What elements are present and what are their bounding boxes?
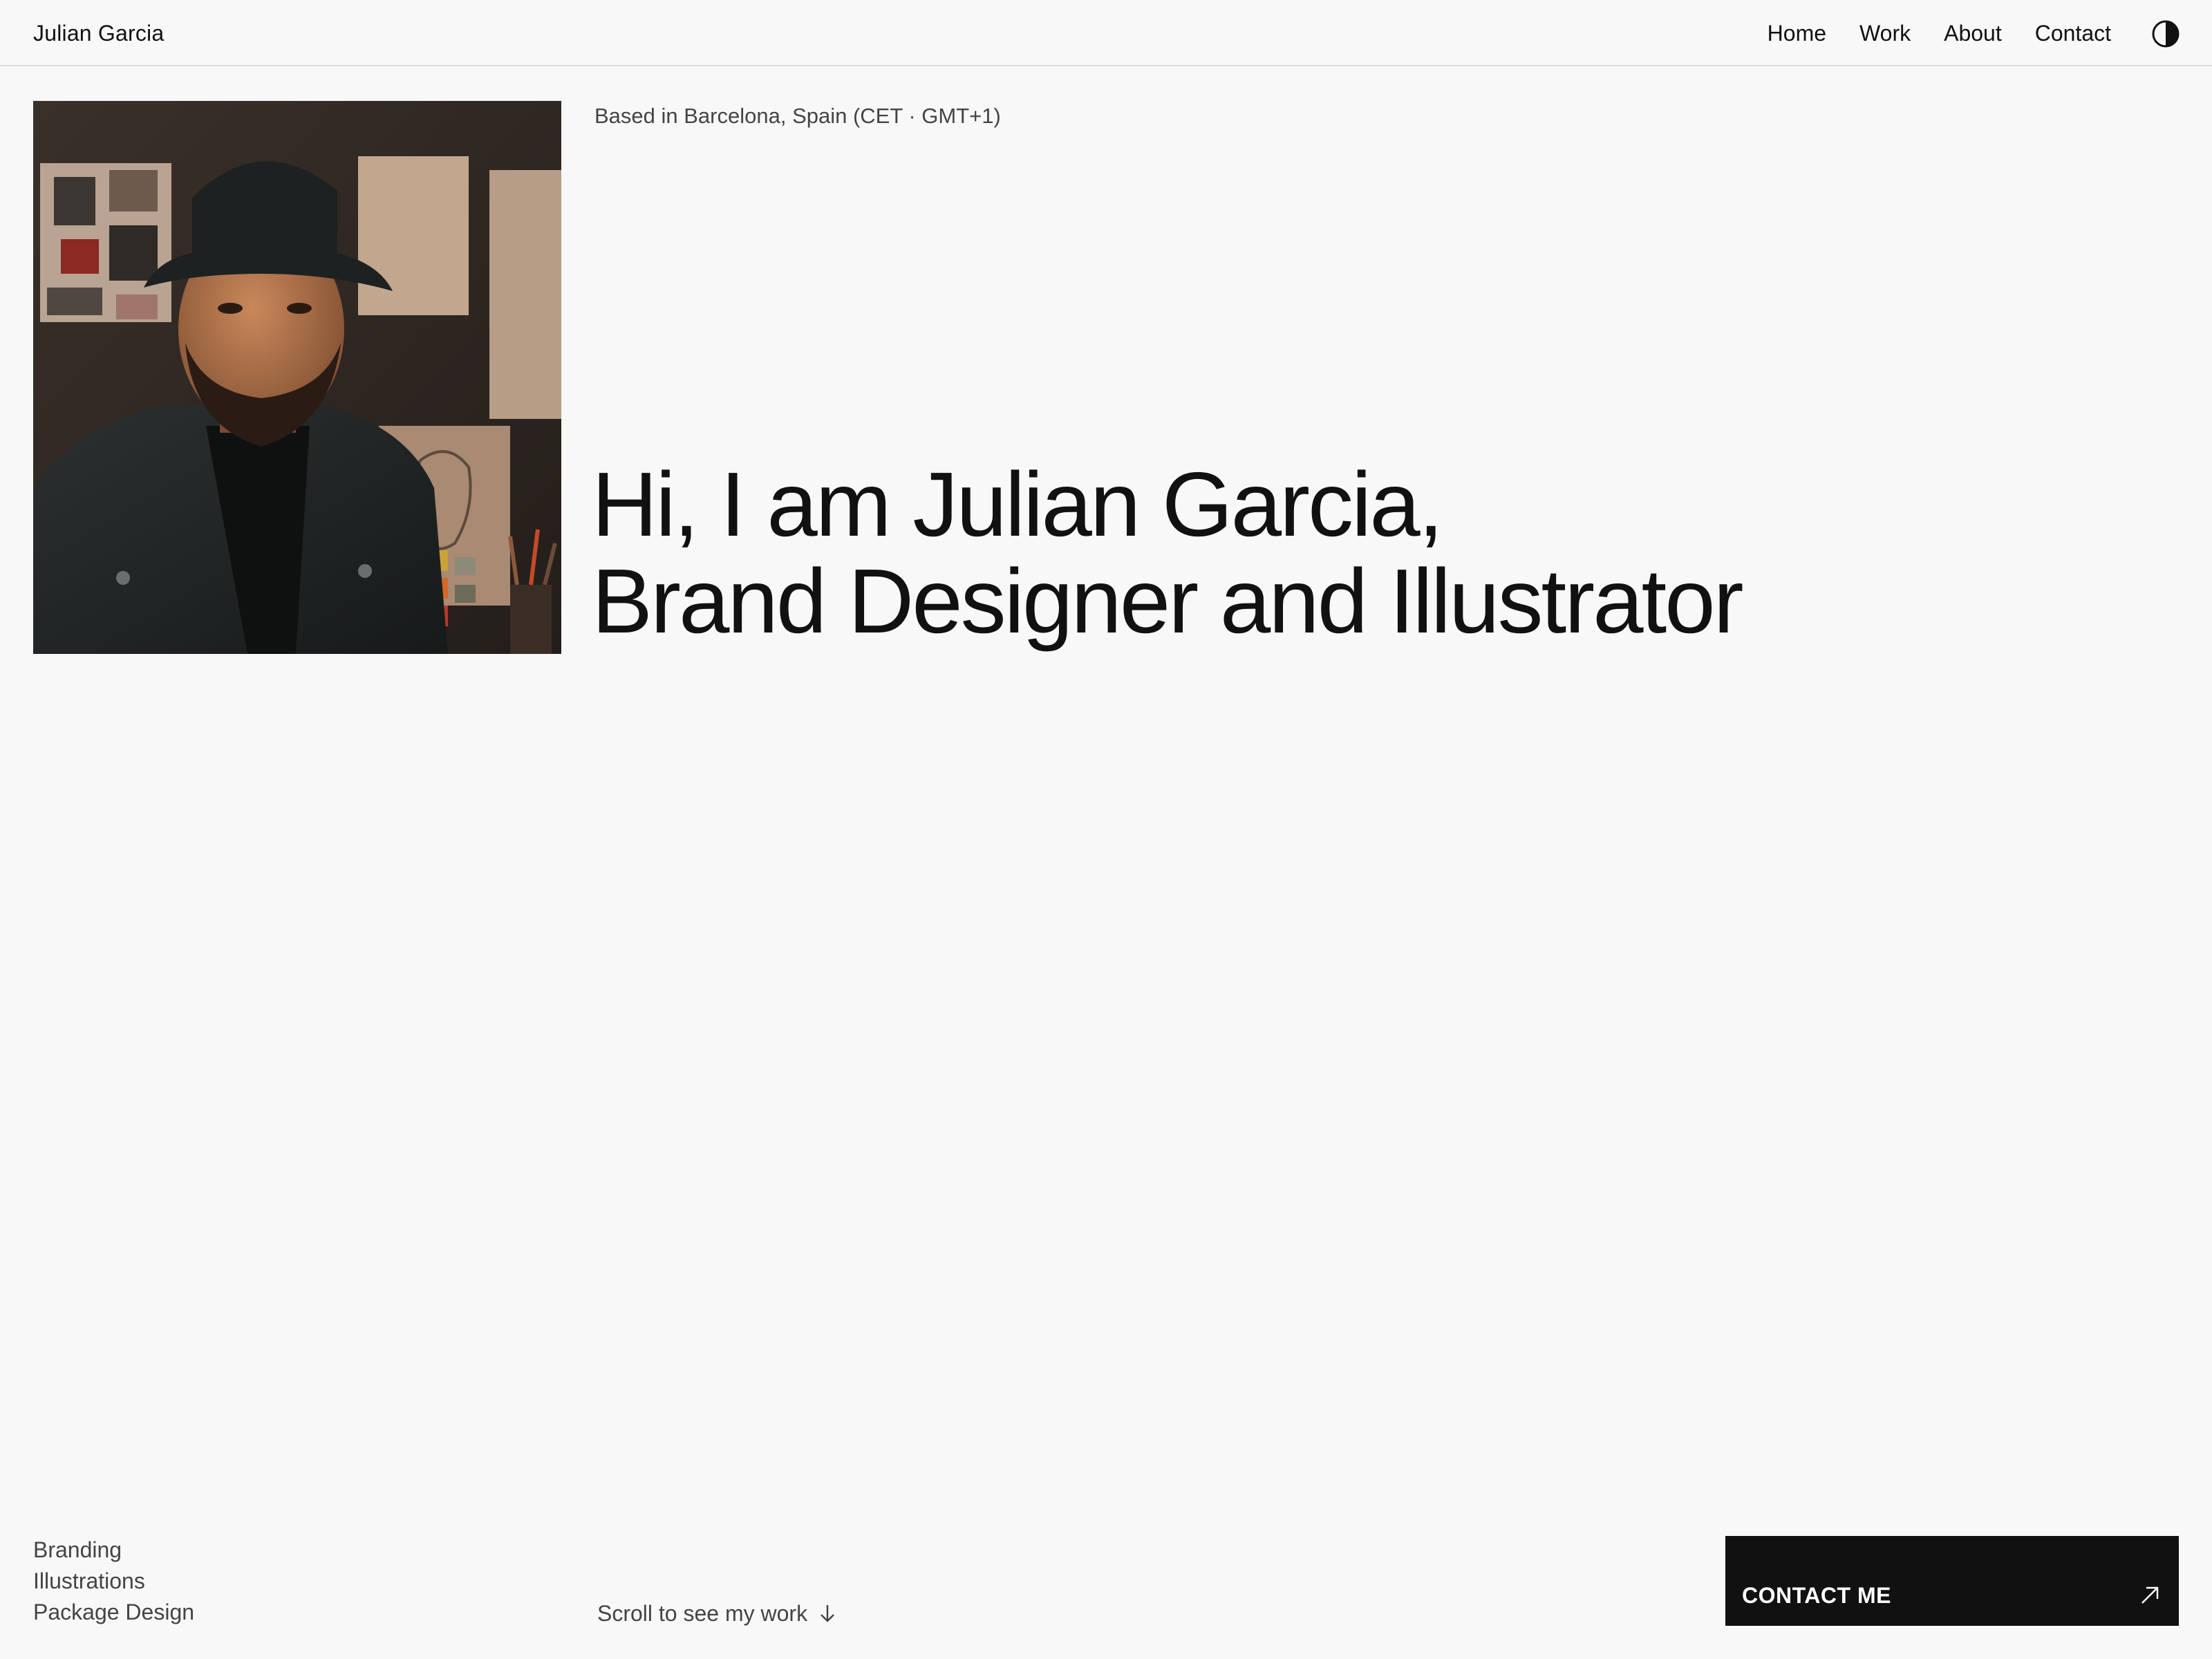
contact-me-button[interactable]: CONTACT ME <box>1725 1536 2179 1626</box>
arrow-up-right-icon <box>2141 1586 2159 1604</box>
site-header: Julian Garcia Home Work About Contact <box>0 0 2212 66</box>
headline-line-2: Brand Designer and Illustrator <box>592 550 1744 652</box>
location-text: Based in Barcelona, Spain (CET · GMT+1) <box>594 104 1001 128</box>
contact-me-label: CONTACT ME <box>1742 1583 1891 1608</box>
nav-about[interactable]: About <box>1944 18 2002 48</box>
service-item-illustrations: Illustrations <box>33 1568 145 1593</box>
arrow-down-icon <box>821 1605 834 1622</box>
main-nav: Home Work About Contact <box>1768 18 2111 48</box>
scroll-hint[interactable]: Scroll to see my work <box>597 1598 836 1629</box>
hero-headline: Hi, I am Julian Garcia, Brand Designer a… <box>592 453 1744 652</box>
nav-work[interactable]: Work <box>1859 18 1911 48</box>
services-list: Branding Illustrations Package Design <box>33 1535 194 1628</box>
nav-contact[interactable]: Contact <box>2035 18 2111 48</box>
scroll-hint-label: Scroll to see my work <box>597 1601 808 1626</box>
nav-home[interactable]: Home <box>1768 18 1826 48</box>
theme-toggle-icon[interactable] <box>2151 19 2180 48</box>
headline-line-1: Hi, I am Julian Garcia, <box>592 453 1443 555</box>
brand-name[interactable]: Julian Garcia <box>33 18 164 48</box>
portrait-image <box>33 101 561 654</box>
service-item-branding: Branding <box>33 1537 122 1562</box>
service-item-package-design: Package Design <box>33 1600 195 1624</box>
portrait-illustration <box>33 101 561 654</box>
